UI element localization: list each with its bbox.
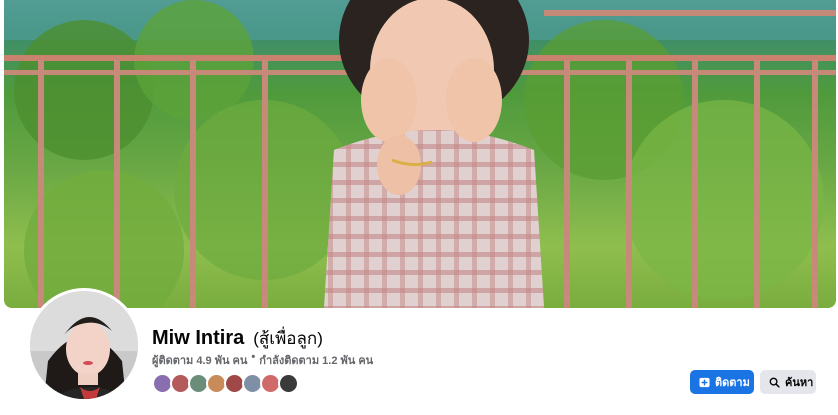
friend-avatar[interactable] [278, 373, 299, 394]
friend-avatars [152, 373, 299, 394]
profile-name-row: Miw Intira (สู้เพื่อลูก) [152, 325, 323, 352]
avatar-image [30, 291, 138, 399]
profile-stats: ผู้ติดตาม 4.9 พัน คน • กำลังติดตาม 1.2 พ… [152, 351, 373, 369]
profile-name[interactable]: Miw Intira [152, 327, 244, 350]
search-button-label: ค้นหา [785, 377, 814, 389]
profile-alt-name: (สู้เพื่อลูก) [253, 329, 323, 348]
follow-plus-icon [699, 377, 710, 387]
profile-page: Miw Intira (สู้เพื่อลูก) ผู้ติดตาม 4.9 พ… [0, 0, 838, 415]
follow-button-label: ติดตาม [715, 377, 750, 389]
following-count[interactable]: กำลังติดตาม 1.2 พัน คน [259, 351, 373, 369]
profile-avatar[interactable] [27, 288, 141, 402]
search-button[interactable]: ค้นหา [760, 370, 816, 394]
stats-separator: • [251, 351, 256, 363]
avatar-portrait [30, 291, 138, 399]
followers-count[interactable]: ผู้ติดตาม 4.9 พัน คน [152, 351, 247, 369]
cover-photo-illustration [4, 0, 836, 308]
search-icon [769, 377, 780, 388]
cover-photo[interactable] [4, 0, 836, 308]
follow-button[interactable]: ติดตาม [690, 370, 754, 394]
